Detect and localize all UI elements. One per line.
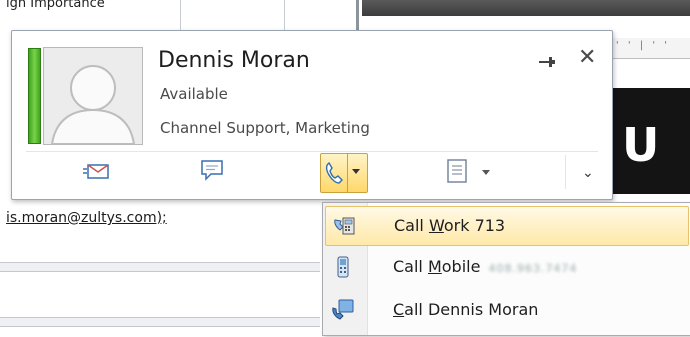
contact-status: Available — [160, 85, 228, 103]
menu-item-label: Call Mobile 408.963.7474 — [393, 257, 578, 276]
menu-item-label: Call Work 713 — [394, 216, 506, 235]
instant-message-button[interactable] — [197, 155, 227, 189]
field-band — [0, 317, 320, 327]
lync-call-icon — [332, 299, 354, 320]
schedule-icon — [447, 159, 467, 183]
mobile-phone-icon — [337, 256, 349, 278]
call-dropdown-arrow-icon[interactable] — [352, 169, 360, 174]
close-icon[interactable]: ✕ — [578, 45, 596, 70]
call-menu: Call Work 713 Call Mobile 408.963.7474 Ca… — [322, 202, 690, 336]
call-split-divider — [347, 154, 348, 192]
mobile-number-redacted: 408.963.7474 — [488, 262, 578, 275]
presence-indicator — [28, 48, 41, 144]
schedule-meeting-button[interactable] — [442, 155, 492, 189]
avatar-silhouette-icon — [44, 48, 142, 144]
divider — [356, 0, 359, 32]
work-phone-icon — [334, 217, 355, 235]
contact-department: Channel Support, Marketing — [160, 119, 370, 137]
ruler: ' ' ' | ' ' — [600, 38, 690, 59]
pin-icon[interactable] — [536, 51, 558, 73]
contact-name: Dennis Moran — [158, 48, 310, 73]
instant-message-icon — [201, 160, 223, 181]
call-button[interactable] — [320, 153, 368, 193]
schedule-dropdown-arrow-icon[interactable] — [482, 170, 490, 175]
chevron-down-icon[interactable]: ⌄ — [582, 165, 594, 199]
document-letter: U — [622, 118, 660, 172]
email-button[interactable] — [82, 155, 112, 189]
divider — [180, 0, 181, 32]
menu-item-call-contact[interactable]: Call Dennis Moran — [325, 291, 689, 329]
field-band — [0, 262, 320, 272]
phone-icon — [325, 161, 343, 184]
recipient-email[interactable]: is.moran@zultys.com); — [6, 210, 167, 226]
avatar[interactable] — [43, 47, 143, 145]
menu-item-call-mobile[interactable]: Call Mobile 408.963.7474 — [325, 248, 689, 286]
menu-item-call-work[interactable]: Call Work 713 — [325, 206, 689, 246]
card-separator — [26, 151, 598, 152]
email-icon — [83, 164, 109, 179]
menu-item-label: Call Dennis Moran — [393, 300, 539, 319]
importance-label: igh Importance — [6, 0, 105, 11]
toolbar-divider — [565, 155, 566, 189]
contact-card: Dennis Moran Available Channel Support, … — [11, 30, 613, 200]
divider — [284, 0, 285, 32]
document-header-strip — [362, 0, 690, 16]
